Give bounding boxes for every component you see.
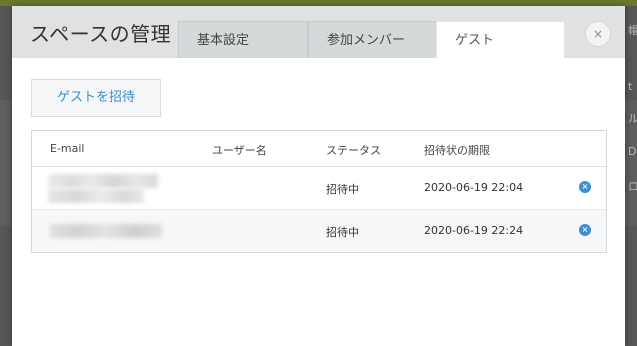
background-glyph: t — [628, 80, 633, 93]
redacted-email — [48, 189, 144, 203]
delete-invite-icon[interactable]: × — [579, 181, 591, 193]
column-header-username: ユーザー名 — [212, 144, 267, 157]
table-header: E-mail ユーザー名 ステータス 招待状の期限 — [32, 131, 606, 167]
tab-basic-settings[interactable]: 基本設定 — [178, 21, 308, 58]
table-row: 招待中 2020-06-19 22:24 × — [32, 210, 606, 252]
status-text: 招待中 — [326, 183, 359, 196]
invite-guest-button[interactable]: ゲストを招待 — [31, 79, 161, 117]
redacted-email — [50, 224, 162, 238]
guest-table: E-mail ユーザー名 ステータス 招待状の期限 招待中 2020-06-19… — [31, 130, 607, 253]
tab-guests[interactable]: ゲスト — [436, 21, 565, 58]
modal-header: スペースの管理 基本設定 参加メンバー ゲスト × — [12, 6, 625, 58]
status-text: 招待中 — [326, 226, 359, 239]
background-glyph: D — [628, 145, 637, 158]
expiry-text: 2020-06-19 22:24 — [424, 224, 524, 237]
delete-invite-icon[interactable]: × — [579, 224, 591, 236]
background-glyph: ロ — [628, 180, 637, 193]
expiry-text: 2020-06-19 22:04 — [424, 181, 524, 194]
background-glyph: 帽 — [628, 24, 637, 37]
modal-title: スペースの管理 — [30, 22, 172, 46]
column-header-status: ステータス — [326, 144, 381, 157]
space-management-modal: スペースの管理 基本設定 参加メンバー ゲスト × ゲストを招待 E-mail … — [12, 6, 625, 346]
table-row: 招待中 2020-06-19 22:04 × — [32, 167, 606, 210]
tab-members[interactable]: 参加メンバー — [308, 21, 438, 58]
background-glyph: ル — [628, 112, 637, 125]
column-header-email: E-mail — [50, 142, 85, 155]
redacted-email — [48, 174, 158, 188]
column-header-expiry: 招待状の期限 — [424, 144, 490, 157]
close-icon[interactable]: × — [585, 21, 611, 47]
